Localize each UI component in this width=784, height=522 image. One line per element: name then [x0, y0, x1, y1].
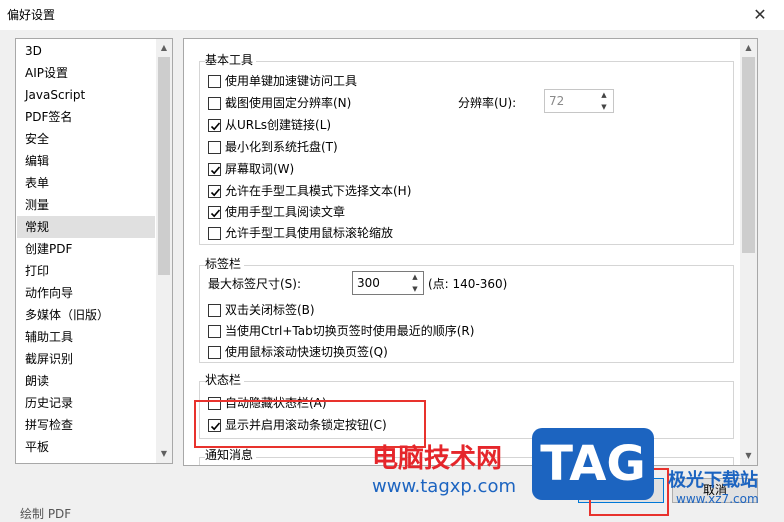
category-item[interactable]: 历史记录: [25, 392, 73, 414]
watermark-cn-text: 电脑技术网: [372, 444, 503, 474]
tabs-title: 标签栏: [205, 255, 245, 272]
max-tab-size-spinner[interactable]: ▲ ▼: [408, 271, 422, 295]
scroll-up-arrow-icon[interactable]: ▲: [156, 40, 172, 56]
scroll-up-arrow-icon[interactable]: ▲: [740, 40, 757, 56]
checkmark-icon: [210, 209, 221, 218]
category-item[interactable]: 平板: [25, 436, 49, 458]
checkbox[interactable]: [208, 346, 221, 359]
category-item-selected[interactable]: 常规: [17, 216, 155, 238]
category-item[interactable]: AIP设置: [25, 62, 68, 84]
status-bar-title: 状态栏: [205, 371, 245, 388]
category-item[interactable]: 编辑: [25, 150, 49, 172]
background-window-text: 绘制 PDF: [20, 507, 72, 521]
category-item[interactable]: 打印: [25, 260, 49, 282]
resolution-label: 分辨率(U):: [458, 96, 517, 110]
category-item[interactable]: 朗读: [25, 370, 49, 392]
checkbox-checked[interactable]: [208, 119, 221, 132]
category-item[interactable]: 安全: [25, 128, 49, 150]
category-item[interactable]: 辅助工具: [25, 326, 73, 348]
checkmark-icon: [210, 188, 221, 197]
category-item[interactable]: 拼写检查: [25, 414, 73, 436]
basic-tools-title: 基本工具: [205, 51, 257, 68]
notifications-title: 通知消息: [205, 446, 257, 463]
category-item[interactable]: 动作向导: [25, 282, 73, 304]
watermark-site-url: www.xz7.com: [676, 492, 759, 506]
watermark-site-name: 极光下载站: [668, 470, 758, 491]
checkbox-checked[interactable]: [208, 163, 221, 176]
category-item[interactable]: PDF签名: [25, 106, 72, 128]
right-scrollbar-thumb[interactable]: [742, 57, 755, 253]
window-title: 偏好设置: [7, 8, 56, 22]
checkbox[interactable]: [208, 75, 221, 88]
checkmark-icon: [210, 166, 221, 175]
checkbox-checked[interactable]: [208, 206, 221, 219]
max-tab-size-label: 最大标签尺寸(S):: [208, 277, 302, 291]
category-item[interactable]: 创建PDF: [25, 238, 72, 260]
tab-size-range-hint: (点: 140-360): [428, 277, 508, 291]
scroll-down-arrow-icon[interactable]: ▼: [740, 448, 757, 464]
category-item[interactable]: JavaScript: [25, 84, 85, 106]
scroll-down-arrow-icon[interactable]: ▼: [156, 446, 172, 462]
close-button[interactable]: ✕: [742, 2, 778, 28]
checkbox[interactable]: [208, 97, 221, 110]
category-item[interactable]: 表单: [25, 172, 49, 194]
category-item[interactable]: 多媒体（旧版）: [25, 304, 109, 326]
checkbox[interactable]: [208, 325, 221, 338]
checkbox[interactable]: [208, 304, 221, 317]
category-item[interactable]: 3D: [25, 40, 42, 62]
category-list: 3D AIP设置 JavaScript PDF签名 安全 编辑 表单 测量 常规…: [15, 38, 173, 464]
left-scrollbar-thumb[interactable]: [158, 57, 170, 275]
resolution-spinner[interactable]: ▲ ▼: [597, 89, 611, 113]
category-item[interactable]: 截屏识别: [25, 348, 73, 370]
title-bar: [0, 0, 784, 30]
checkbox[interactable]: [208, 227, 221, 240]
category-item[interactable]: 测量: [25, 194, 49, 216]
tag-logo: TAG: [532, 428, 654, 500]
checkmark-icon: [210, 122, 221, 131]
checkbox[interactable]: [208, 141, 221, 154]
checkbox-checked[interactable]: [208, 185, 221, 198]
watermark-url: www.tagxp.com: [372, 476, 516, 497]
